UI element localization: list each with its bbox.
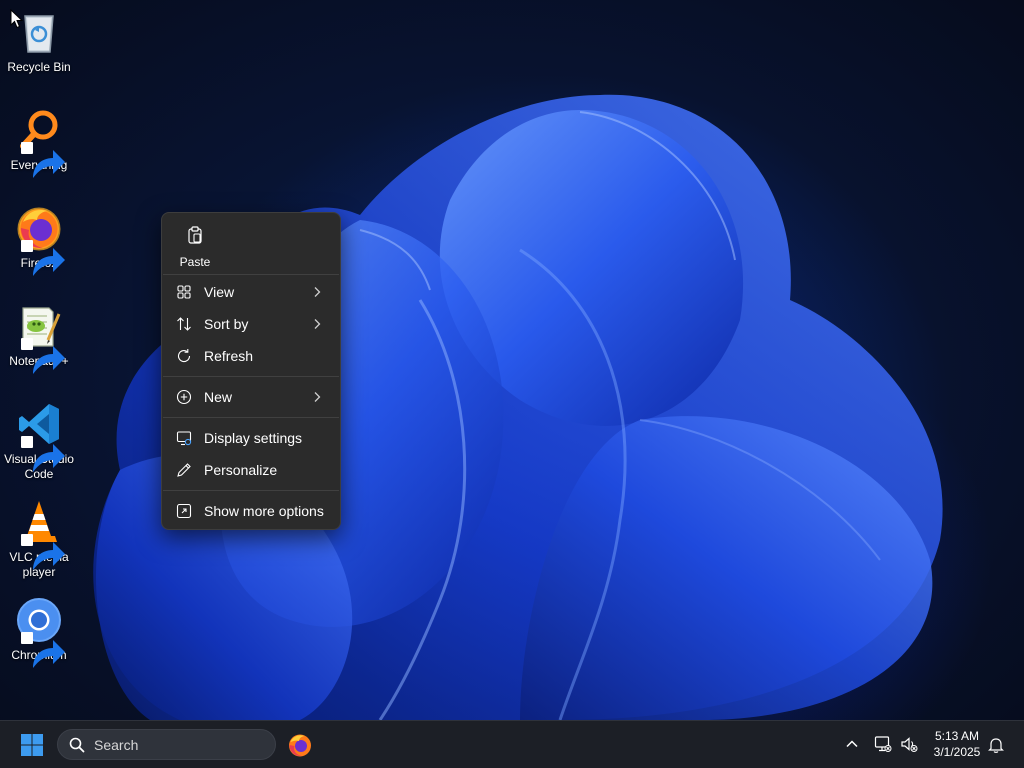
menu-item-show-more-options[interactable]: Show more options — [167, 497, 335, 525]
menu-item-label: Personalize — [204, 462, 278, 478]
vlc-icon — [15, 498, 65, 570]
search-icon — [69, 737, 85, 753]
menu-item-display-settings[interactable]: Display settings — [167, 424, 335, 452]
menu-item-sort-by[interactable]: Sort by — [167, 310, 335, 338]
shortcut-arrow-icon — [21, 632, 65, 668]
paste-button[interactable]: Paste — [168, 219, 222, 271]
chevron-right-icon — [314, 319, 321, 329]
desktop-icon-recycle-bin[interactable]: Recycle Bin — [0, 8, 78, 75]
shortcut-arrow-icon — [21, 142, 65, 178]
vscode-icon — [15, 400, 65, 472]
sort-icon — [176, 316, 192, 332]
menu-item-label: Show more options — [204, 503, 324, 519]
desktop-icon-notepad-plus-plus[interactable]: Notepad++ — [0, 302, 78, 374]
menu-item-refresh[interactable]: Refresh — [167, 342, 335, 370]
menu-item-label: New — [204, 389, 233, 405]
menu-separator — [163, 490, 339, 491]
shortcut-arrow-icon — [21, 240, 65, 276]
menu-item-view[interactable]: View — [167, 278, 335, 306]
pen-icon — [176, 462, 192, 478]
shortcut-arrow-icon — [21, 338, 65, 374]
everything-search-icon — [15, 106, 65, 178]
menu-item-personalize[interactable]: Personalize — [167, 456, 335, 484]
menu-separator — [163, 376, 339, 377]
paste-label: Paste — [179, 255, 211, 269]
chevron-right-icon — [314, 392, 321, 402]
refresh-icon — [176, 348, 192, 364]
taskbar-app-firefox[interactable] — [287, 732, 313, 758]
menu-item-label: Display settings — [204, 430, 303, 446]
menu-item-label: Sort by — [204, 316, 249, 332]
desktop-icon-chromium[interactable]: Chromium — [0, 596, 78, 668]
clock-date: 3/1/2025 — [933, 745, 981, 759]
more-options-icon — [176, 503, 192, 519]
notification-bell-icon[interactable] — [988, 736, 1004, 754]
notepad-plus-plus-icon — [15, 302, 65, 374]
search-placeholder: Search — [94, 737, 139, 753]
volume-muted-icon[interactable] — [900, 735, 918, 753]
show-hidden-icons-chevron-up-icon[interactable] — [845, 737, 859, 751]
taskbar-clock[interactable]: 5:13 AM 3/1/2025 — [925, 728, 989, 760]
desktop-icon-everything[interactable]: Everything — [0, 106, 78, 178]
firefox-icon — [15, 204, 65, 276]
network-icon[interactable] — [874, 735, 892, 753]
taskbar-search-box[interactable]: Search — [57, 729, 276, 760]
shortcut-arrow-icon — [21, 534, 65, 570]
clock-time: 5:13 AM — [934, 729, 980, 743]
firefox-icon — [289, 734, 311, 757]
start-button[interactable] — [20, 733, 44, 757]
chromium-icon — [15, 596, 65, 668]
taskbar: Search 5:13 AM 3/1/2025 — [0, 720, 1024, 768]
display-settings-icon — [176, 430, 192, 446]
wallpaper-bloom — [93, 94, 943, 720]
desktop-icon-firefox[interactable]: Firefox — [0, 204, 78, 276]
menu-item-new[interactable]: New — [167, 383, 335, 411]
desktop-context-menu: Paste View Sort by Refresh New Display s… — [161, 212, 341, 530]
plus-circle-icon — [176, 389, 192, 405]
shortcut-arrow-icon — [21, 436, 65, 472]
windows-logo-icon — [21, 734, 43, 756]
menu-separator — [163, 274, 339, 275]
menu-separator — [163, 417, 339, 418]
menu-item-label: Refresh — [204, 348, 254, 364]
desktop[interactable]: Recycle Bin Everything Firefox — [0, 0, 1024, 768]
desktop-icon-label: Recycle Bin — [7, 60, 71, 74]
clipboard-paste-icon — [188, 226, 202, 244]
recycle-bin-icon — [15, 8, 63, 56]
grid-view-icon — [176, 284, 192, 300]
menu-item-label: View — [204, 284, 235, 300]
desktop-icon-visual-studio-code[interactable]: Visual Studio Code — [0, 400, 78, 482]
desktop-icon-vlc[interactable]: VLC media player — [0, 498, 78, 580]
chevron-right-icon — [314, 287, 321, 297]
